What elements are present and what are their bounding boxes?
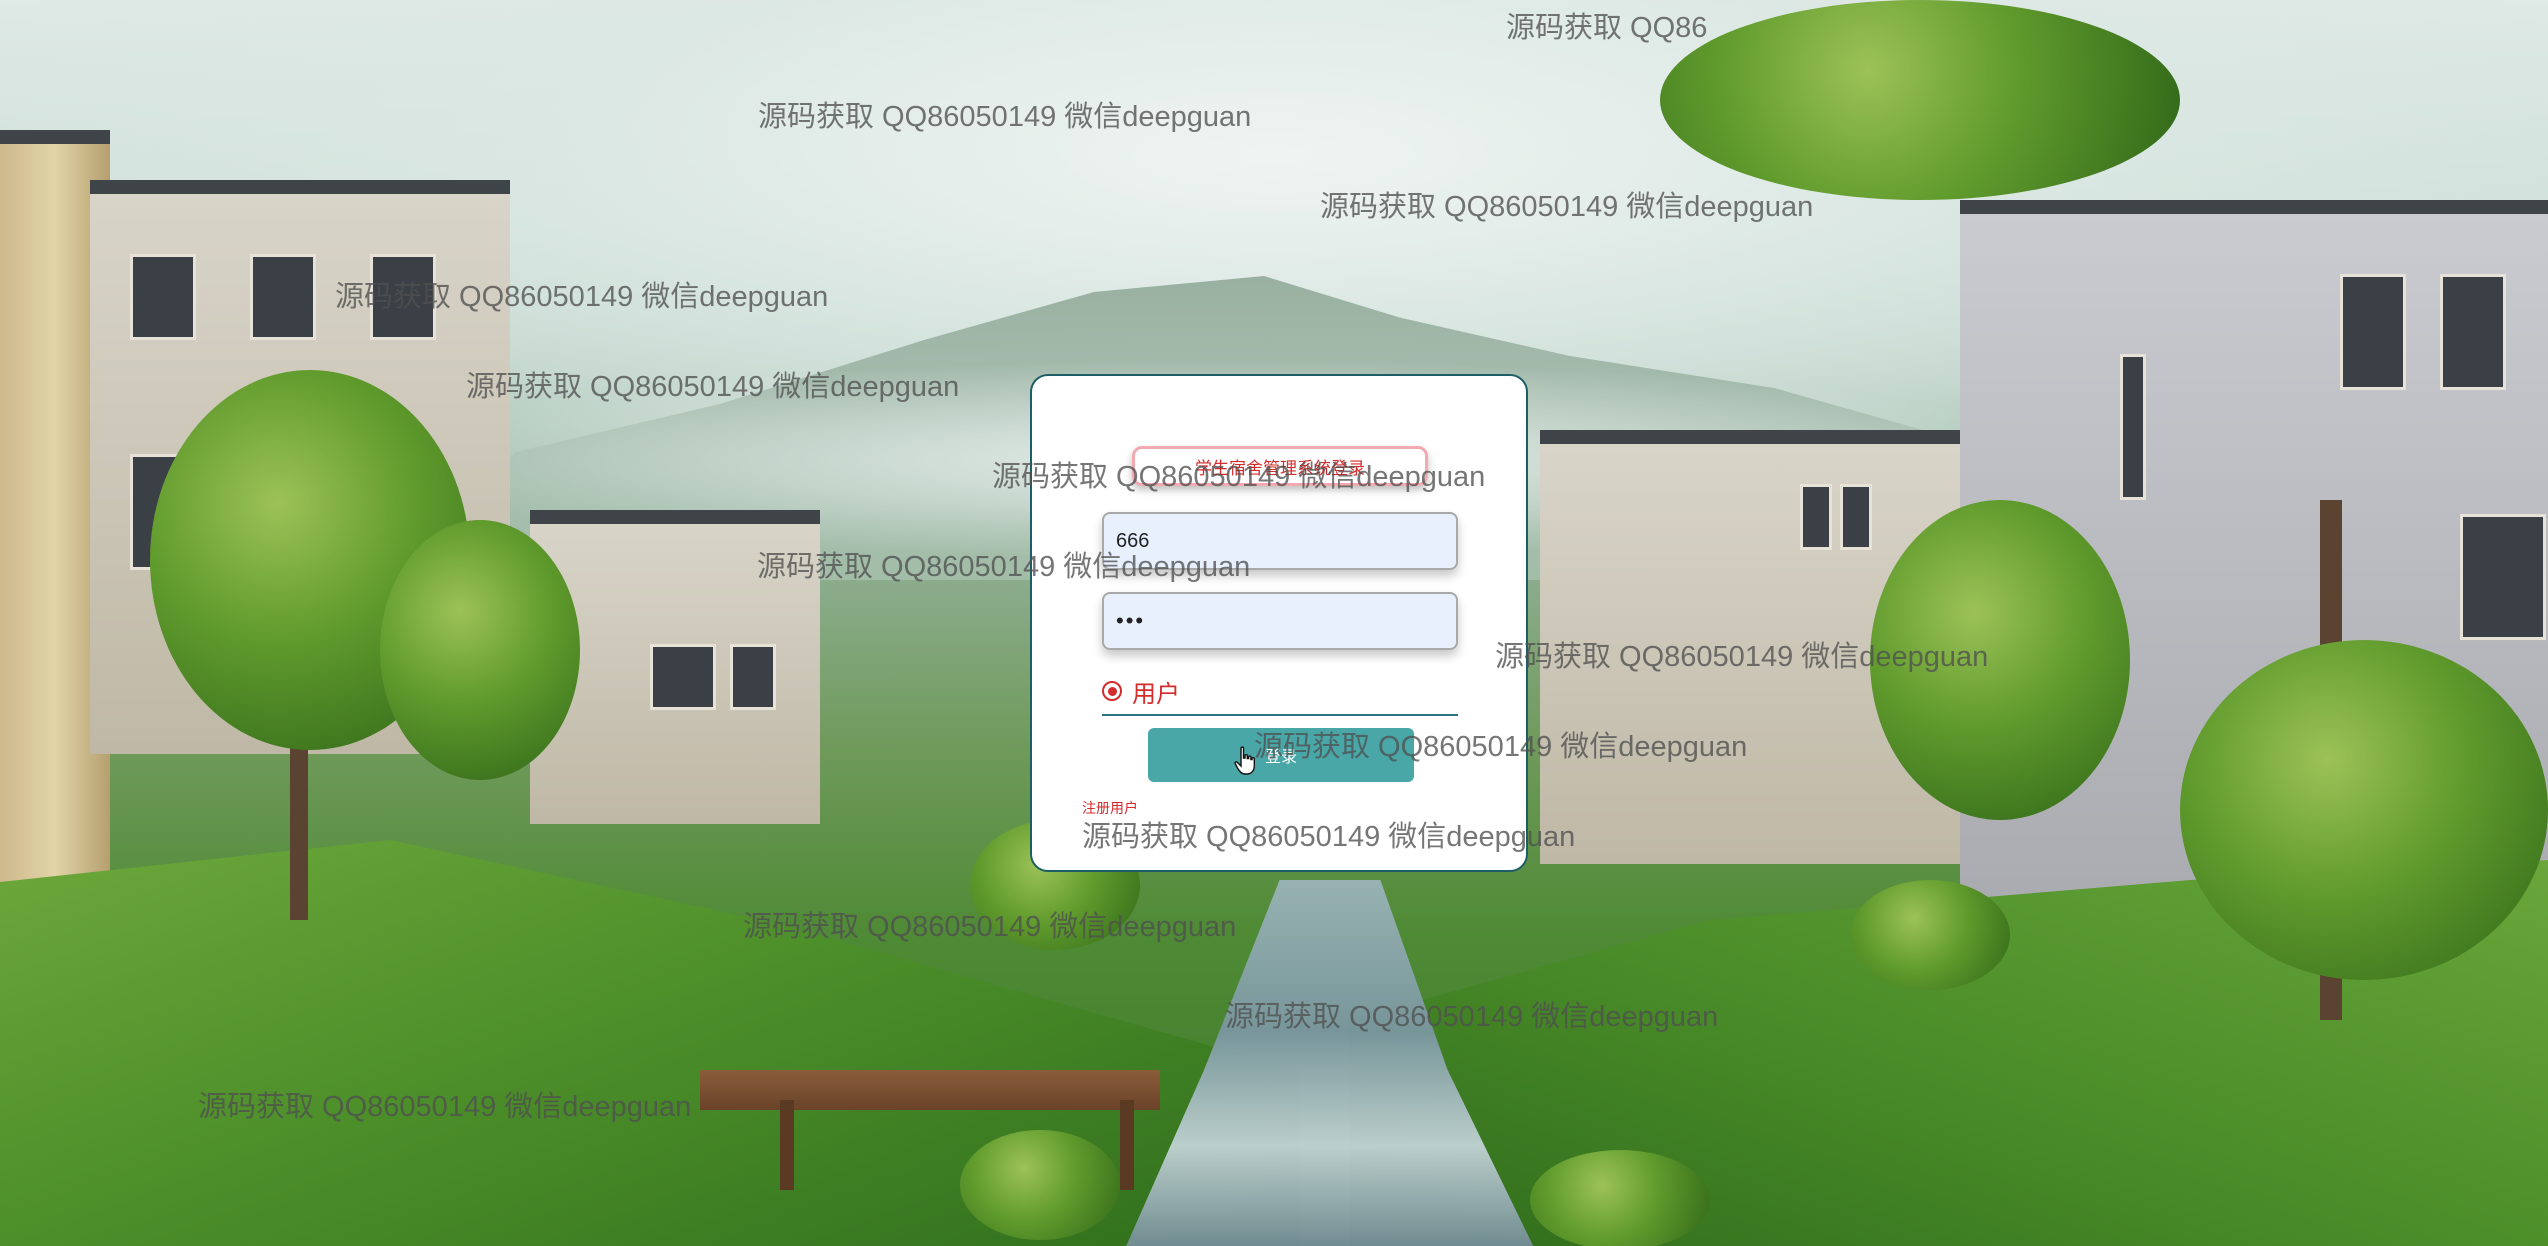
bush (960, 1130, 1120, 1240)
wooden-deck (700, 1070, 1160, 1110)
role-radio-label: 用户 (1132, 680, 1180, 708)
window (130, 254, 196, 340)
login-button[interactable]: 登录 (1148, 728, 1414, 782)
deck-leg (780, 1100, 794, 1190)
login-title-box: 学生宿舍管理系统登录 (1132, 446, 1428, 486)
window (730, 644, 776, 710)
window (1840, 484, 1872, 550)
window (2440, 274, 2506, 390)
deck-leg (1120, 1100, 1134, 1190)
window (250, 254, 316, 340)
role-radio-group: 用户 (1102, 671, 1458, 711)
window (2460, 514, 2546, 640)
login-card: 学生宿舍管理系统登录 用户 登录 注册用户 (1030, 374, 1528, 872)
hand-pointer-cursor-icon (1234, 746, 1255, 775)
window (2120, 354, 2146, 500)
window (370, 254, 436, 340)
window (650, 644, 716, 710)
divider (1102, 714, 1458, 716)
tree (380, 520, 580, 780)
tree (2180, 640, 2548, 980)
window (2340, 274, 2406, 390)
radio-checked-dot (1107, 686, 1117, 696)
bush (1530, 1150, 1710, 1246)
tree (1660, 0, 2180, 200)
username-input[interactable] (1102, 512, 1458, 570)
password-input[interactable] (1102, 592, 1458, 650)
role-radio-user[interactable] (1102, 681, 1122, 701)
bush (1850, 880, 2010, 990)
window (1800, 484, 1832, 550)
register-link[interactable]: 注册用户 (1082, 798, 1138, 818)
tree (1870, 500, 2130, 820)
